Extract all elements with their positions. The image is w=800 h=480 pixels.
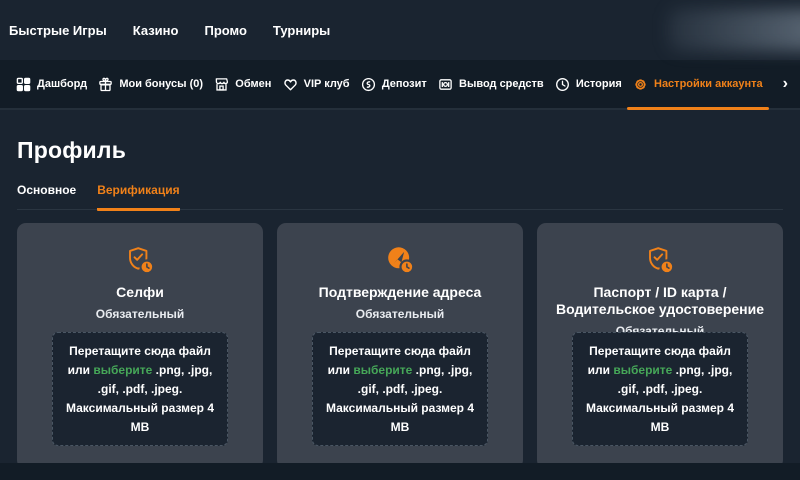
nav-item-account-settings[interactable]: Настройки аккаунта (633, 60, 763, 108)
nav-item-label: VIP клуб (304, 78, 350, 90)
top-bar: Быстрые Игры Казино Промо Турниры (0, 0, 800, 60)
top-nav-casino[interactable]: Казино (133, 23, 179, 38)
banknote-icon (438, 77, 453, 92)
nav-item-vip-club[interactable]: VIP клуб (283, 60, 350, 108)
nav-item-label: История (576, 78, 622, 90)
account-nav: Дашборд Мои бонусы (0) Обмен (0, 60, 800, 110)
card-title: Паспорт / ID карта / Водительское удосто… (537, 284, 783, 318)
file-dropzone[interactable]: Перетащите сюда файл или выберите .png, … (572, 332, 748, 446)
nav-item-exchange[interactable]: Обмен (214, 60, 271, 108)
nav-item-dashboard[interactable]: Дашборд (16, 60, 87, 108)
nav-item-label: Вывод средств (459, 78, 544, 90)
dropzone-browse-link[interactable]: выберите (353, 363, 412, 377)
dropzone-browse-link[interactable]: выберите (613, 363, 672, 377)
verification-card-passport: Паспорт / ID карта / Водительское удосто… (537, 223, 783, 469)
shop-icon (214, 77, 229, 92)
gift-icon (98, 77, 113, 92)
compass-clock-icon (277, 245, 523, 276)
verification-cards: Селфи Обязательный Перетащите сюда файл … (17, 223, 783, 469)
heart-icon (283, 77, 298, 92)
coin-icon (361, 77, 376, 92)
verification-card-address: Подтверждение адреса Обязательный Перета… (277, 223, 523, 469)
dropzone-browse-link[interactable]: выберите (93, 363, 152, 377)
tab-verification[interactable]: Верификация (97, 183, 179, 211)
nav-item-label: Депозит (382, 78, 427, 90)
gear-icon (633, 77, 648, 92)
shield-check-clock-icon (17, 245, 263, 276)
footer-strip (0, 463, 800, 480)
verification-card-selfie: Селфи Обязательный Перетащите сюда файл … (17, 223, 263, 469)
history-clock-icon (555, 77, 570, 92)
nav-item-label: Обмен (235, 78, 271, 90)
nav-item-label: Настройки аккаунта (654, 78, 763, 90)
nav-item-label: Мои бонусы (0) (119, 78, 203, 90)
page-title: Профиль (17, 137, 783, 164)
dashboard-icon (16, 77, 31, 92)
dropzone-text: Перетащите сюда файл или выберите .png, … (325, 342, 475, 437)
top-nav-fast-games[interactable]: Быстрые Игры (9, 23, 107, 38)
account-nav-items: Дашборд Мои бонусы (0) Обмен (16, 60, 763, 108)
nav-item-bonuses[interactable]: Мои бонусы (0) (98, 60, 203, 108)
card-requirement: Обязательный (17, 307, 263, 321)
top-nav-promo[interactable]: Промо (204, 23, 246, 38)
blurred-user-info (668, 9, 800, 51)
card-requirement: Обязательный (277, 307, 523, 321)
main-content: Профиль Основное Верификация Селфи Обяза… (0, 137, 800, 469)
nav-item-deposit[interactable]: Депозит (361, 60, 427, 108)
top-nav-tournaments[interactable]: Турниры (273, 23, 330, 38)
file-dropzone[interactable]: Перетащите сюда файл или выберите .png, … (312, 332, 488, 446)
tab-main[interactable]: Основное (17, 183, 76, 209)
nav-scroll-next-chevron-icon[interactable]: › (783, 76, 788, 92)
shield-check-clock-icon (537, 245, 783, 276)
nav-item-history[interactable]: История (555, 60, 622, 108)
card-title: Селфи (17, 284, 263, 301)
file-dropzone[interactable]: Перетащите сюда файл или выберите .png, … (52, 332, 228, 446)
dropzone-text: Перетащите сюда файл или выберите .png, … (585, 342, 735, 437)
nav-item-label: Дашборд (37, 78, 87, 90)
profile-tabs: Основное Верификация (17, 183, 783, 210)
dropzone-text: Перетащите сюда файл или выберите .png, … (65, 342, 215, 437)
card-title: Подтверждение адреса (277, 284, 523, 301)
nav-item-withdrawal[interactable]: Вывод средств (438, 60, 544, 108)
